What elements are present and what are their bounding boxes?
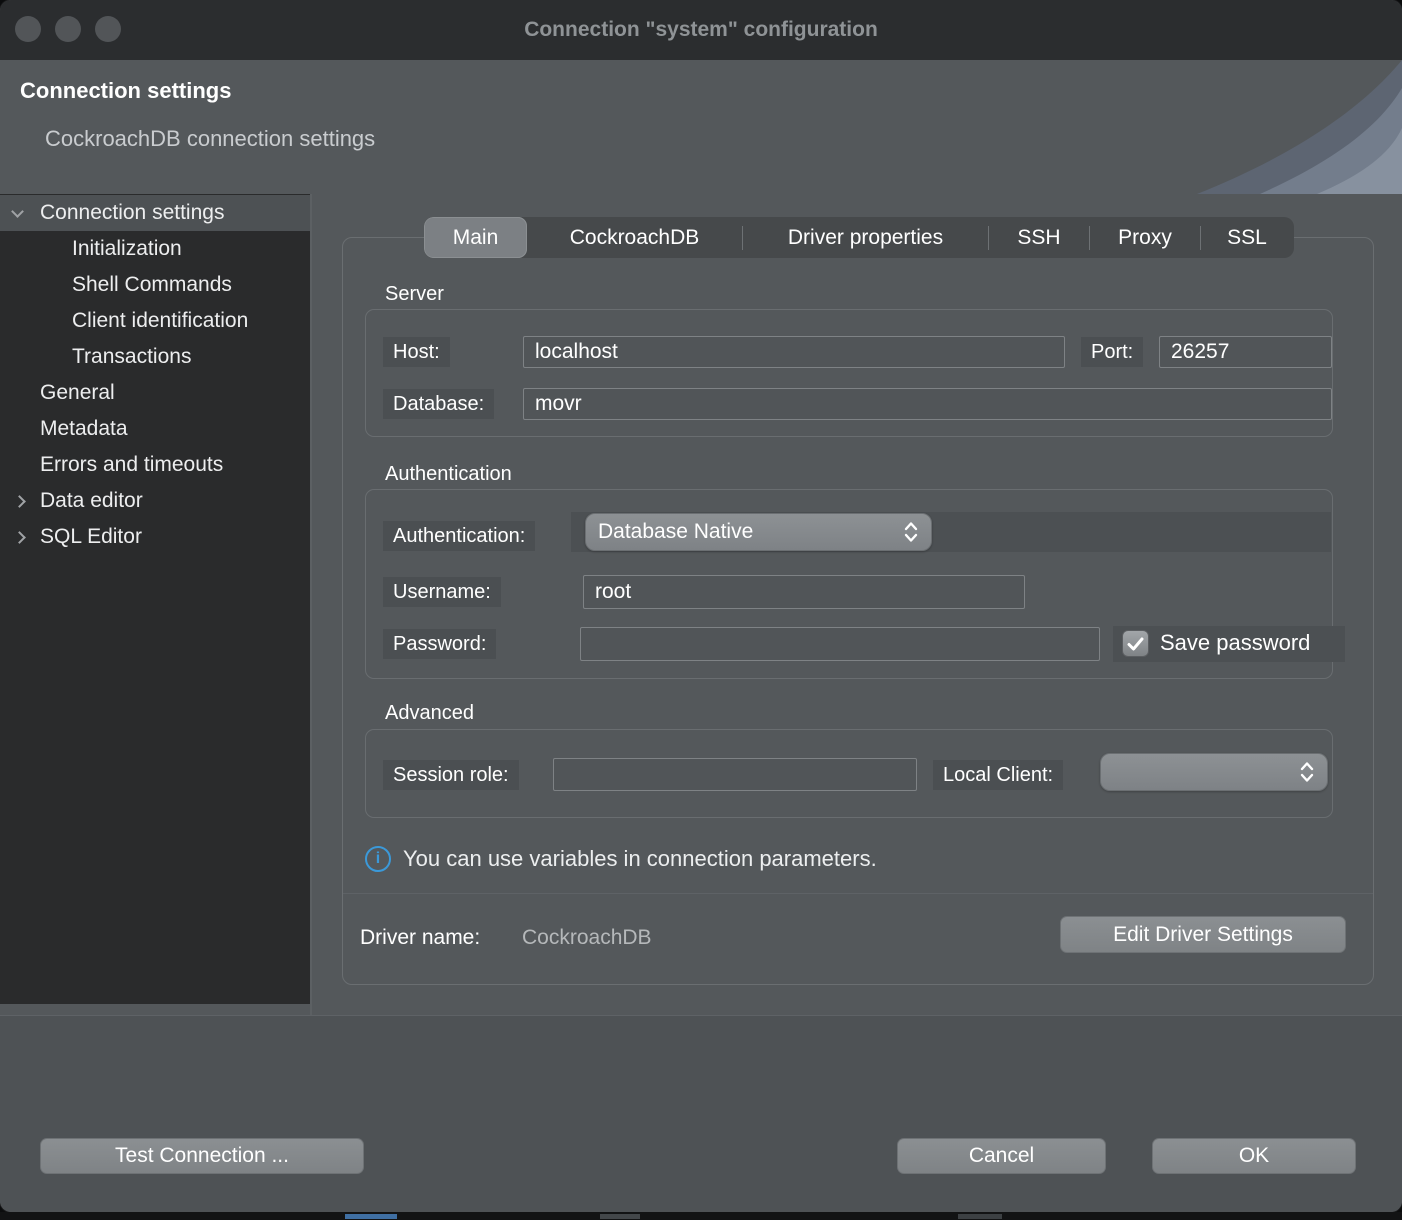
page-title: Connection settings [20,78,231,104]
tree-item-general[interactable]: General [0,375,310,411]
tree-item-transactions[interactable]: Transactions [0,339,310,375]
cancel-button[interactable]: Cancel [897,1138,1106,1174]
desktop-fragment [958,1214,1002,1219]
tree-item-shell-commands[interactable]: Shell Commands [0,267,310,303]
desktop-fragment [600,1214,640,1219]
decorative-corner-art [1142,60,1402,194]
page-subtitle: CockroachDB connection settings [45,126,375,152]
desktop-fragment [345,1214,397,1219]
tab-ssl[interactable]: SSL [1201,217,1293,258]
dialog-header: Connection settings CockroachDB connecti… [0,60,1402,194]
chevron-right-icon [13,495,26,508]
main-tab-panel [342,237,1374,985]
ok-button[interactable]: OK [1152,1138,1356,1174]
tree-item-metadata[interactable]: Metadata [0,411,310,447]
tree-item-initialization[interactable]: Initialization [0,231,310,267]
chevron-right-icon [13,531,26,544]
title-bar: Connection "system" configuration [0,0,1402,60]
connection-config-window: Connection "system" configuration Connec… [0,0,1402,1212]
tab-cockroachdb[interactable]: CockroachDB [527,217,742,258]
tab-proxy[interactable]: Proxy [1090,217,1200,258]
tree-item-connection-settings[interactable]: Connection settings [0,195,310,231]
tab-driver-properties[interactable]: Driver properties [743,217,988,258]
tree-item-client-identification[interactable]: Client identification [0,303,310,339]
sidebar-divider [310,194,312,1015]
tab-main[interactable]: Main [424,217,527,258]
window-title: Connection "system" configuration [0,0,1402,60]
settings-tree: Connection settings Initialization Shell… [0,194,310,1004]
screen: Connection "system" configuration Connec… [0,0,1402,1220]
desktop-strip [0,1212,1402,1220]
tab-bar: Main CockroachDB Driver properties SSH P… [424,217,1294,258]
tab-ssh[interactable]: SSH [989,217,1089,258]
test-connection-button[interactable]: Test Connection ... [40,1138,364,1174]
tree-item-sql-editor[interactable]: SQL Editor [0,519,310,555]
tree-item-data-editor[interactable]: Data editor [0,483,310,519]
dialog-button-bar [0,1015,1402,1212]
tree-item-errors-and-timeouts[interactable]: Errors and timeouts [0,447,310,483]
chevron-down-icon [11,205,24,218]
